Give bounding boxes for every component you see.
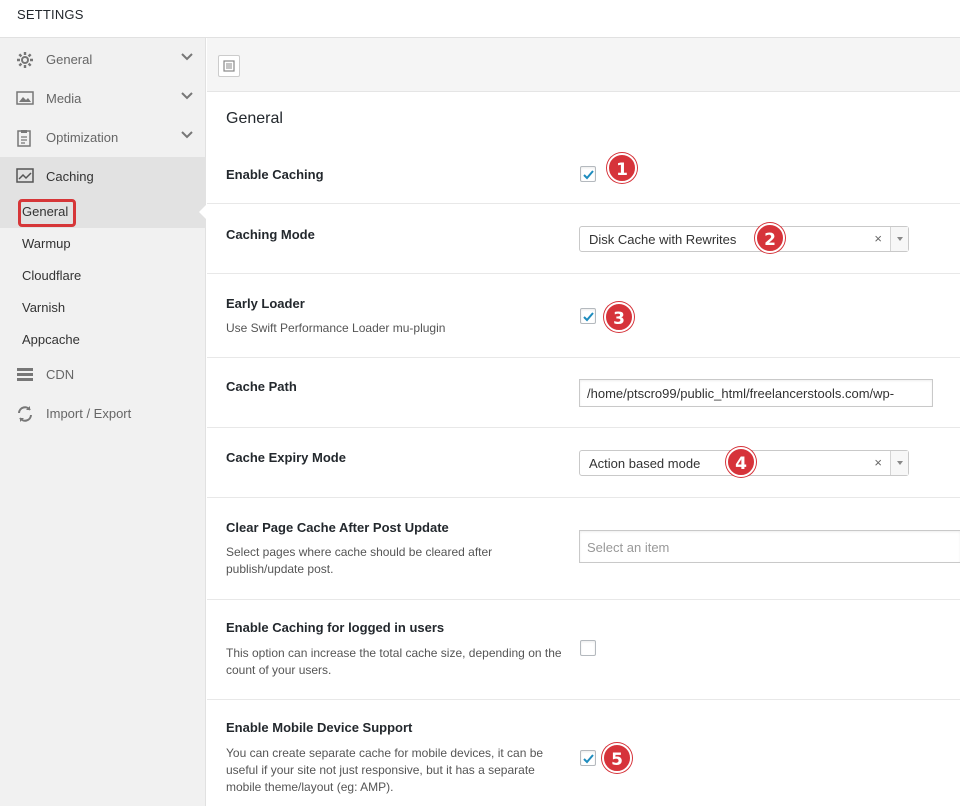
sidebar-item-label: Media bbox=[46, 91, 82, 106]
toolbar bbox=[207, 38, 960, 92]
chevron-down-icon bbox=[180, 50, 194, 64]
server-icon bbox=[16, 366, 34, 382]
chart-icon bbox=[16, 168, 34, 184]
subitem-label: Appcache bbox=[22, 332, 80, 347]
clipboard-icon bbox=[16, 129, 34, 147]
input-value: /home/ptscro99/public_html/freelancersto… bbox=[587, 386, 895, 401]
page-title: SETTINGS bbox=[17, 7, 84, 22]
checkmark-icon bbox=[583, 312, 594, 322]
chevron-down-icon bbox=[180, 128, 194, 142]
list-view-button[interactable] bbox=[218, 55, 240, 77]
dropdown-arrow-icon[interactable] bbox=[890, 227, 908, 251]
active-caret bbox=[199, 205, 206, 219]
setting-description: This option can increase the total cache… bbox=[226, 646, 562, 677]
setting-label: Clear Page Cache After Post Update bbox=[226, 520, 449, 535]
clear-icon[interactable]: × bbox=[874, 455, 882, 470]
list-icon bbox=[223, 60, 235, 72]
subitem-label: Varnish bbox=[22, 300, 66, 315]
early-loader-checkbox[interactable] bbox=[580, 308, 596, 324]
select-value: Action based mode bbox=[589, 456, 701, 471]
setting-label: Enable Mobile Device Support bbox=[226, 720, 413, 735]
sidebar-item-optimization[interactable]: Optimization bbox=[0, 118, 206, 157]
subitem-label: Warmup bbox=[22, 236, 71, 251]
subitem-appcache[interactable]: Appcache bbox=[0, 324, 206, 356]
setting-label: Enable Caching bbox=[226, 167, 324, 182]
sidebar-item-label: Caching bbox=[46, 169, 94, 184]
sidebar-item-cdn[interactable]: CDN bbox=[0, 355, 206, 394]
select-placeholder: Select an item bbox=[587, 540, 670, 555]
setting-label: Cache Path bbox=[226, 379, 297, 394]
subitem-label: Cloudflare bbox=[22, 268, 82, 283]
sidebar-item-label: General bbox=[46, 52, 93, 67]
settings-header: SETTINGS bbox=[0, 0, 960, 38]
setting-description: Use Swift Performance Loader mu-plugin bbox=[226, 321, 446, 335]
caching-mode-select[interactable]: Disk Cache with Rewrites × bbox=[579, 226, 909, 252]
setting-description: Select pages where cache should be clear… bbox=[226, 545, 493, 576]
sidebar-item-general[interactable]: General bbox=[0, 40, 206, 79]
step-badge: 2 bbox=[755, 223, 785, 253]
image-icon bbox=[16, 90, 34, 106]
checkmark-icon bbox=[583, 754, 594, 764]
sidebar-item-media[interactable]: Media bbox=[0, 79, 206, 118]
step-badge: 3 bbox=[604, 302, 634, 332]
step-badge: 1 bbox=[607, 153, 637, 183]
cache-path-input[interactable]: /home/ptscro99/public_html/freelancersto… bbox=[579, 379, 933, 407]
highlight-box bbox=[18, 199, 76, 227]
select-value: Disk Cache with Rewrites bbox=[589, 232, 737, 247]
setting-label: Early Loader bbox=[226, 296, 305, 311]
refresh-icon bbox=[16, 405, 34, 422]
setting-label: Caching Mode bbox=[226, 227, 315, 242]
setting-label: Enable Caching for logged in users bbox=[226, 620, 445, 635]
chevron-down-icon bbox=[180, 89, 194, 103]
clear-pages-select[interactable]: Select an item bbox=[579, 530, 960, 563]
sidebar-item-label: CDN bbox=[46, 367, 75, 382]
checkmark-icon bbox=[583, 170, 594, 180]
gear-icon bbox=[16, 51, 34, 68]
mobile-support-checkbox[interactable] bbox=[580, 750, 596, 766]
logged-in-users-checkbox[interactable] bbox=[580, 640, 596, 656]
sidebar-item-import-export[interactable]: Import / Export bbox=[0, 394, 206, 433]
subitem-cloudflare[interactable]: Cloudflare bbox=[0, 260, 206, 292]
step-badge: 4 bbox=[726, 447, 756, 477]
subitem-warmup[interactable]: Warmup bbox=[0, 228, 206, 260]
step-badge: 5 bbox=[602, 743, 632, 773]
sidebar-item-caching[interactable]: Caching bbox=[0, 157, 206, 196]
dropdown-arrow-icon[interactable] bbox=[890, 451, 908, 475]
clear-icon[interactable]: × bbox=[874, 231, 882, 246]
subitem-varnish[interactable]: Varnish bbox=[0, 292, 206, 324]
sidebar-item-label: Import / Export bbox=[46, 406, 132, 421]
setting-label: Cache Expiry Mode bbox=[226, 450, 346, 465]
enable-caching-checkbox[interactable] bbox=[580, 166, 596, 182]
setting-description: You can create separate cache for mobile… bbox=[226, 746, 544, 794]
section-title: General bbox=[226, 110, 283, 127]
sidebar-item-label: Optimization bbox=[46, 130, 119, 145]
